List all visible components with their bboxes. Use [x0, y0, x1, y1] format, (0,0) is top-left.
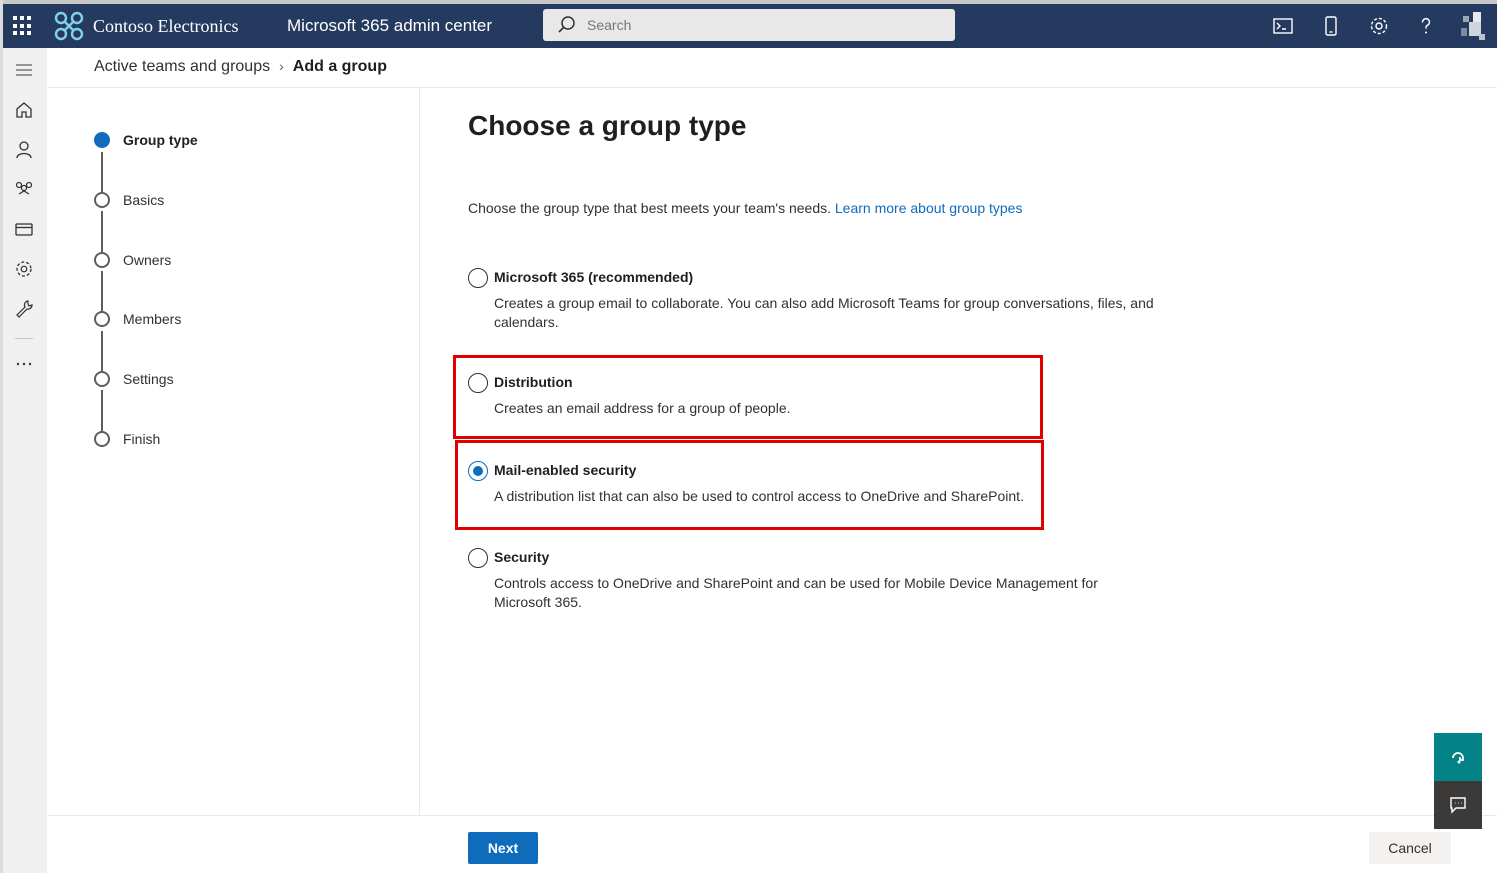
search-placeholder: Search — [587, 17, 632, 33]
contoso-logo-icon — [54, 11, 84, 41]
step-label: Settings — [123, 371, 174, 387]
help-chat-button[interactable] — [1434, 733, 1482, 781]
step-basics[interactable]: Basics — [94, 192, 294, 212]
next-button[interactable]: Next — [468, 832, 538, 864]
rail-separator — [15, 338, 33, 339]
hamburger-icon[interactable] — [13, 59, 35, 81]
option-label: Microsoft 365 (recommended) — [494, 269, 694, 285]
search-box[interactable]: Search — [543, 9, 955, 41]
setup-icon[interactable] — [13, 298, 35, 320]
step-label: Basics — [123, 192, 165, 208]
top-header: Contoso Electronics Microsoft 365 admin … — [3, 4, 1497, 48]
user-icon[interactable] — [13, 139, 35, 161]
more-icon[interactable] — [13, 353, 35, 375]
billing-icon[interactable] — [13, 218, 35, 240]
breadcrumb-divider — [47, 87, 1497, 88]
groups-icon[interactable] — [13, 178, 35, 200]
settings-icon[interactable] — [1367, 14, 1391, 38]
step-label: Group type — [123, 132, 198, 148]
terminal-icon[interactable] — [1271, 14, 1295, 38]
step-connector — [101, 211, 103, 255]
feedback-icon — [1450, 797, 1466, 814]
avatar[interactable] — [1459, 10, 1487, 42]
breadcrumb: Active teams and groups › Add a group — [94, 58, 387, 82]
step-members[interactable]: Members — [94, 311, 294, 331]
page-description: Choose the group type that best meets yo… — [468, 200, 1022, 216]
breadcrumb-current: Add a group — [292, 58, 387, 75]
step-indicator — [94, 192, 110, 208]
step-label: Finish — [123, 431, 161, 447]
feedback-button[interactable] — [1434, 781, 1482, 829]
breadcrumb-active-teams-link[interactable]: Active teams and groups — [94, 58, 270, 75]
help-icon[interactable] — [1414, 14, 1438, 38]
search-icon — [558, 16, 575, 33]
home-icon[interactable] — [13, 99, 35, 121]
description-text: Choose the group type that best meets yo… — [468, 200, 831, 216]
learn-more-link[interactable]: Learn more about group types — [835, 200, 1023, 216]
option-description: Controls access to OneDrive and SharePoi… — [494, 575, 1098, 610]
step-connector — [101, 271, 103, 315]
step-connector — [101, 152, 103, 196]
step-indicator — [94, 252, 110, 268]
highlight-box-distribution — [453, 355, 1043, 439]
step-finish[interactable]: Finish — [94, 431, 294, 451]
step-connector — [101, 331, 103, 375]
step-label: Members — [123, 311, 182, 327]
radio-microsoft-365[interactable] — [468, 268, 488, 288]
footer-divider — [47, 815, 1497, 816]
step-label: Owners — [123, 252, 172, 268]
radio-security[interactable] — [468, 548, 488, 568]
step-indicator — [94, 431, 110, 447]
step-indicator — [94, 311, 110, 327]
option-microsoft-365[interactable]: Microsoft 365 (recommended) Creates a gr… — [468, 268, 1168, 332]
wizard-divider — [419, 88, 420, 815]
step-owners[interactable]: Owners — [94, 252, 294, 272]
step-connector — [101, 390, 103, 434]
option-security[interactable]: Security Controls access to OneDrive and… — [468, 548, 1168, 612]
step-indicator-current — [94, 132, 110, 148]
step-indicator — [94, 371, 110, 387]
org-name[interactable]: Contoso Electronics — [93, 16, 238, 37]
settings-icon[interactable] — [13, 258, 35, 280]
step-group-type[interactable]: Group type — [94, 132, 294, 152]
chevron-right-icon: › — [279, 58, 284, 74]
option-label: Security — [494, 549, 550, 565]
app-name: Microsoft 365 admin center — [287, 16, 493, 35]
option-description: Creates a group email to collaborate. Yo… — [494, 295, 1154, 330]
headset-icon — [1452, 752, 1464, 764]
app-frame: Contoso Electronics Microsoft 365 admin … — [0, 0, 1497, 873]
page-title: Choose a group type — [468, 110, 747, 141]
app-launcher-icon[interactable] — [13, 16, 33, 36]
cancel-button[interactable]: Cancel — [1369, 832, 1451, 864]
highlight-box-mail-enabled-security — [455, 440, 1044, 530]
step-settings[interactable]: Settings — [94, 371, 294, 391]
left-nav-rail — [3, 48, 47, 873]
mobile-icon[interactable] — [1319, 14, 1343, 38]
